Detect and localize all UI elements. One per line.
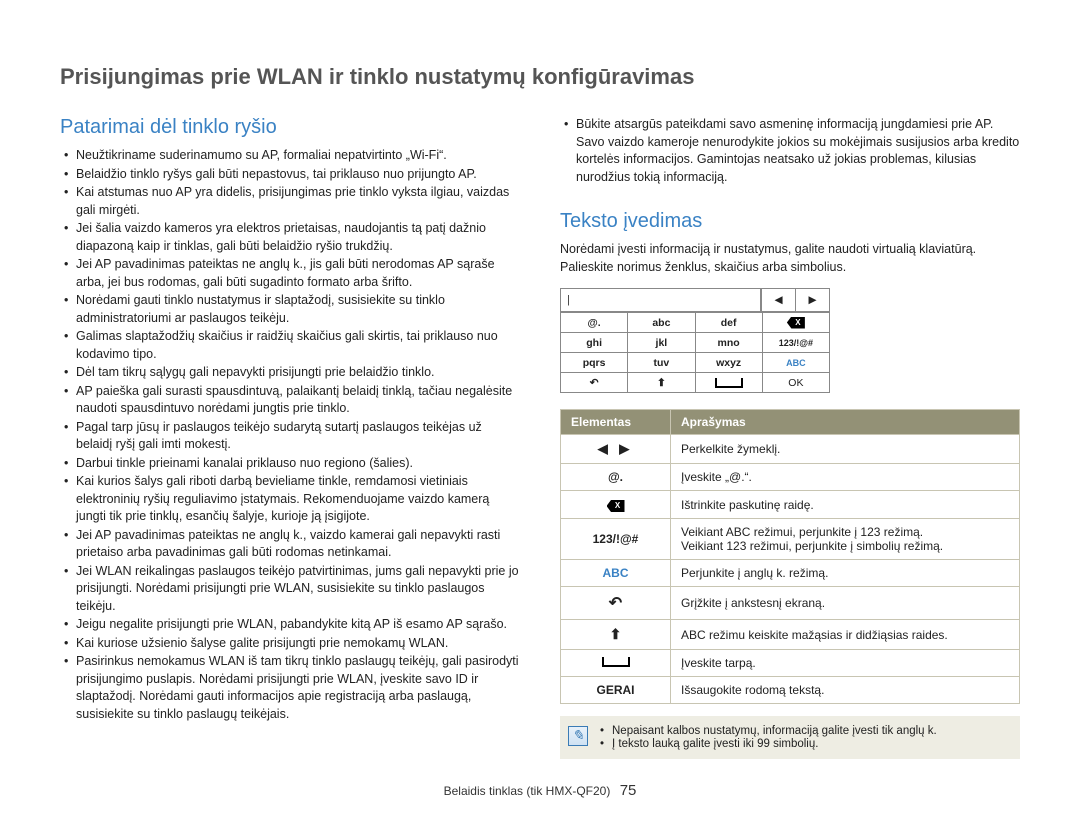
- table-cell-description: Grįžkite į ankstesnį ekraną.: [671, 587, 1020, 620]
- tip-item: Jei šalia vaizdo kameros yra elektros pr…: [60, 220, 520, 255]
- footer-text: Belaidis tinklas (tik HMX-QF20): [444, 784, 611, 798]
- table-cell-description: Išsaugokite rodomą tekstą.: [671, 677, 1020, 704]
- table-row: Įveskite tarpą.: [561, 650, 1020, 677]
- key-def[interactable]: def: [696, 312, 763, 332]
- table-cell-element: GERAI: [561, 677, 671, 704]
- tip-item: Norėdami gauti tinklo nustatymus ir slap…: [60, 292, 520, 327]
- page-title: Prisijungimas prie WLAN ir tinklo nustat…: [60, 64, 1020, 90]
- table-row: ◀ ▶Perkelkite žymeklį.: [561, 435, 1020, 464]
- tip-item: Kai kurios šalys gali riboti darbą bevie…: [60, 473, 520, 526]
- key-pqrs[interactable]: pqrs: [561, 352, 628, 372]
- text-entry-intro: Norėdami įvesti informaciją ir nustatymu…: [560, 241, 1020, 276]
- space-icon: [715, 378, 743, 388]
- note-list: Nepaisant kalbos nustatymų, informaciją …: [600, 725, 1010, 750]
- key-space[interactable]: [696, 372, 763, 392]
- tip-item: AP paieška gali surasti spausdintuvą, pa…: [60, 383, 520, 418]
- tip-item: Jei AP pavadinimas pateiktas ne anglų k.…: [60, 527, 520, 562]
- table-cell-description: Įveskite tarpą.: [671, 650, 1020, 677]
- key-tuv[interactable]: tuv: [628, 352, 695, 372]
- tip-item: Jei WLAN reikalingas paslaugos teikėjo p…: [60, 563, 520, 616]
- table-cell-element: ↶: [561, 587, 671, 620]
- backspace-icon: X: [787, 317, 805, 329]
- table-cell-description: Perkelkite žymeklį.: [671, 435, 1020, 464]
- key-abc[interactable]: abc: [628, 312, 695, 332]
- table-cell-element: ⬆: [561, 620, 671, 650]
- key-ghi[interactable]: ghi: [561, 332, 628, 352]
- table-row: GERAIIšsaugokite rodomą tekstą.: [561, 677, 1020, 704]
- note-item: Į teksto lauką galite įvesti iki 99 simb…: [600, 738, 1010, 750]
- description-table: Elementas Aprašymas ◀ ▶Perkelkite žymekl…: [560, 409, 1020, 704]
- key-123mode[interactable]: 123/!@#: [763, 332, 829, 352]
- tip-item: Būkite atsargūs pateikdami savo asmeninę…: [560, 116, 1020, 186]
- key-back[interactable]: ↶: [561, 372, 628, 392]
- table-cell-element: 123/!@#: [561, 519, 671, 560]
- key-ok[interactable]: OK: [763, 372, 829, 392]
- note-icon: ✎: [568, 726, 588, 746]
- note-item: Nepaisant kalbos nustatymų, informaciją …: [600, 725, 1010, 737]
- table-row: ⬆ABC režimu keiskite mažąsias ir didžiąs…: [561, 620, 1020, 650]
- tip-item: Galimas slaptažodžių skaičius ir raidžių…: [60, 328, 520, 363]
- table-row: @.Įveskite „@.“.: [561, 464, 1020, 491]
- key-at[interactable]: @.: [561, 312, 628, 332]
- column-left: Patarimai dėl tinklo ryšio Neužtikriname…: [60, 116, 520, 759]
- table-cell-description: Perjunkite į anglų k. režimą.: [671, 560, 1020, 587]
- tip-item: Pagal tarp jūsų ir paslaugos teikėjo sud…: [60, 419, 520, 454]
- tip-item: Kai kuriose užsienio šalyse galite prisi…: [60, 635, 520, 653]
- key-wxyz[interactable]: wxyz: [696, 352, 763, 372]
- tip-item: Jeigu negalite prisijungti prie WLAN, pa…: [60, 616, 520, 634]
- th-element: Elementas: [561, 410, 671, 435]
- page-footer: Belaidis tinklas (tik HMX-QF20) 75: [0, 782, 1080, 799]
- table-cell-element: @.: [561, 464, 671, 491]
- table-cell-element: [561, 650, 671, 677]
- table-row: ↶Grįžkite į ankstesnį ekraną.: [561, 587, 1020, 620]
- key-backspace[interactable]: X: [763, 312, 829, 332]
- key-abcmode[interactable]: ABC: [763, 352, 829, 372]
- table-cell-description: Įveskite „@.“.: [671, 464, 1020, 491]
- cursor-left-button[interactable]: ◀: [761, 289, 795, 311]
- table-cell-element: ABC: [561, 560, 671, 587]
- table-cell-element: ◀ ▶: [561, 435, 671, 464]
- tips-list: Neužtikriname suderinamumo su AP, formal…: [60, 147, 520, 723]
- table-row: 123/!@#Veikiant ABC režimui, perjunkite …: [561, 519, 1020, 560]
- tip-item: Kai atstumas nuo AP yra didelis, prisiju…: [60, 184, 520, 219]
- table-cell-description: ABC režimu keiskite mažąsias ir didžiąsi…: [671, 620, 1020, 650]
- tip-item: Dėl tam tikrų sąlygų gali nepavykti pris…: [60, 364, 520, 382]
- table-cell-element: X: [561, 491, 671, 519]
- right-top-list: Būkite atsargūs pateikdami savo asmeninę…: [560, 116, 1020, 186]
- key-jkl[interactable]: jkl: [628, 332, 695, 352]
- th-description: Aprašymas: [671, 410, 1020, 435]
- tip-item: Jei AP pavadinimas pateiktas ne anglų k.…: [60, 256, 520, 291]
- table-cell-description: Ištrinkite paskutinę raidę.: [671, 491, 1020, 519]
- tip-item: Pasirinkus nemokamus WLAN iš tam tikrų t…: [60, 653, 520, 723]
- table-row: XIštrinkite paskutinę raidę.: [561, 491, 1020, 519]
- virtual-keyboard: | ◀ ▶ @. abc def X ghi jkl mno 123/!@# p…: [560, 288, 830, 393]
- text-entry-heading: Teksto įvedimas: [560, 210, 1020, 233]
- column-right: Būkite atsargūs pateikdami savo asmeninę…: [560, 116, 1020, 759]
- cursor-right-button[interactable]: ▶: [795, 289, 829, 311]
- keyboard-input-line[interactable]: |: [561, 289, 761, 311]
- page-number: 75: [620, 782, 637, 799]
- content-columns: Patarimai dėl tinklo ryšio Neužtikriname…: [60, 116, 1020, 759]
- key-mno[interactable]: mno: [696, 332, 763, 352]
- tips-heading: Patarimai dėl tinklo ryšio: [60, 116, 520, 139]
- tip-item: Belaidžio tinklo ryšys gali būti nepasto…: [60, 166, 520, 184]
- table-cell-description: Veikiant ABC režimui, perjunkite į 123 r…: [671, 519, 1020, 560]
- tip-item: Neužtikriname suderinamumo su AP, formal…: [60, 147, 520, 165]
- table-row: ABCPerjunkite į anglų k. režimą.: [561, 560, 1020, 587]
- key-shift[interactable]: ⬆: [628, 372, 695, 392]
- tip-item: Darbui tinkle prieinami kanalai priklaus…: [60, 455, 520, 473]
- note-box: ✎ Nepaisant kalbos nustatymų, informacij…: [560, 716, 1020, 759]
